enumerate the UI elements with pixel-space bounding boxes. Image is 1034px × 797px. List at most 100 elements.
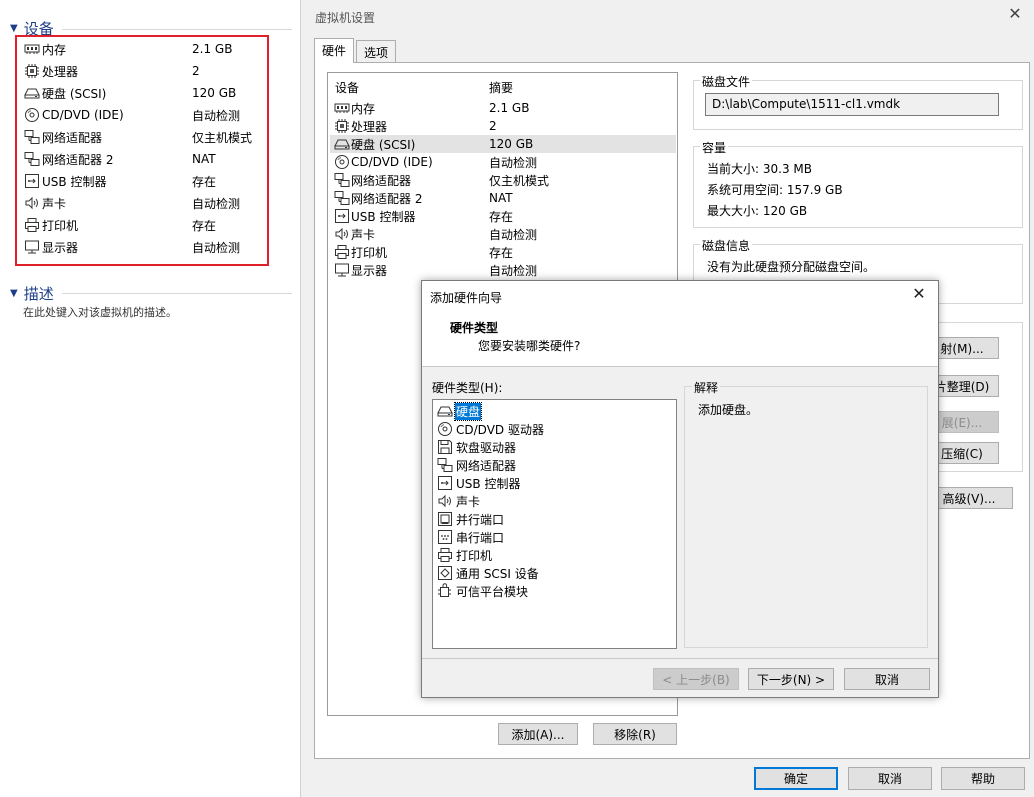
summary-device-name: USB 控制器 <box>42 174 107 189</box>
hardware-type-item[interactable]: 可信平台模块 <box>437 582 529 600</box>
explanation-text: 添加硬盘。 <box>698 403 759 417</box>
hardware-type-name: 硬盘 <box>453 401 483 421</box>
help-button[interactable]: 帮助 <box>941 767 1025 790</box>
device-name: 内存 <box>351 101 376 116</box>
device-name: 硬盘 (SCSI) <box>351 137 416 152</box>
remove-hardware-button[interactable]: 移除(R) <box>593 723 677 745</box>
summary-device-row[interactable]: 声卡 自动检测 <box>24 192 264 214</box>
network-adapter-icon <box>24 151 40 167</box>
hardware-type-item[interactable]: 硬盘 <box>437 401 483 421</box>
device-row[interactable]: 网络适配器 仅主机模式 <box>330 171 676 189</box>
summary-device-row[interactable]: 内存 2.1 GB <box>24 38 264 60</box>
device-summary: 存在 <box>489 209 514 224</box>
hardware-type-item[interactable]: 网络适配器 <box>437 456 517 474</box>
summary-device-value: 120 GB <box>192 86 237 100</box>
current-size: 当前大小: 30.3 MB <box>707 162 812 176</box>
summary-device-row[interactable]: USB 控制器 存在 <box>24 170 264 192</box>
hardware-type-item[interactable]: USB 控制器 <box>437 474 521 492</box>
hardware-type-name: 声卡 <box>456 494 481 509</box>
device-row[interactable]: CD/DVD (IDE) 自动检测 <box>330 153 676 171</box>
summary-device-name: 打印机 <box>42 218 79 233</box>
column-header-device[interactable]: 设备 <box>335 79 359 96</box>
device-row[interactable]: 硬盘 (SCSI) 120 GB <box>330 135 676 153</box>
explanation-label: 解释 <box>692 379 721 396</box>
device-row[interactable]: 处理器 2 <box>330 117 676 135</box>
disk-file-label: 磁盘文件 <box>700 73 753 90</box>
cd-dvd-icon <box>24 107 40 123</box>
collapse-triangle-icon[interactable]: ▼ <box>10 23 18 34</box>
device-name: 打印机 <box>351 245 388 260</box>
hardware-type-name: 软盘驱动器 <box>456 440 517 455</box>
device-summary: 仅主机模式 <box>489 173 550 188</box>
summary-device-name: CD/DVD (IDE) <box>42 108 124 122</box>
summary-device-name: 网络适配器 2 <box>42 152 114 167</box>
summary-device-name: 声卡 <box>42 196 67 211</box>
network-adapter-icon <box>437 457 453 473</box>
section-divider <box>62 29 292 30</box>
floppy-icon <box>437 439 453 455</box>
device-row[interactable]: 显示器 自动检测 <box>330 261 676 279</box>
summary-device-value: 自动检测 <box>192 108 241 123</box>
tab-hardware[interactable]: 硬件 <box>314 38 355 63</box>
memory-icon <box>334 100 350 116</box>
ok-button[interactable]: 确定 <box>754 767 838 790</box>
summary-device-row[interactable]: 处理器 2 <box>24 60 264 82</box>
column-header-summary[interactable]: 摘要 <box>489 79 513 96</box>
hardware-type-name: 并行端口 <box>456 512 505 527</box>
hardware-type-item[interactable]: 软盘驱动器 <box>437 438 517 456</box>
add-hardware-button[interactable]: 添加(A)... <box>498 723 578 745</box>
hardware-type-item[interactable]: 打印机 <box>437 546 493 564</box>
wizard-header-title: 硬件类型 <box>450 321 499 335</box>
hardware-type-item[interactable]: 声卡 <box>437 492 481 510</box>
sound-icon <box>24 195 40 211</box>
summary-device-row[interactable]: 显示器 自动检测 <box>24 236 264 258</box>
device-row[interactable]: 内存 2.1 GB <box>330 99 676 117</box>
summary-device-value: 仅主机模式 <box>192 130 253 145</box>
summary-device-name: 内存 <box>42 42 67 57</box>
wizard-titlebar[interactable]: 添加硬件向导 ✕ <box>422 281 938 309</box>
next-button[interactable]: 下一步(N) > <box>748 668 834 690</box>
hardware-type-name: 打印机 <box>456 548 493 563</box>
device-row[interactable]: USB 控制器 存在 <box>330 207 676 225</box>
summary-device-row[interactable]: 硬盘 (SCSI) 120 GB <box>24 82 264 104</box>
close-icon[interactable]: ✕ <box>1004 4 1026 23</box>
summary-device-row[interactable]: 打印机 存在 <box>24 214 264 236</box>
printer-icon <box>437 547 453 563</box>
summary-device-name: 显示器 <box>42 240 79 255</box>
summary-device-row[interactable]: 网络适配器 仅主机模式 <box>24 126 264 148</box>
summary-device-row[interactable]: 网络适配器 2 NAT <box>24 148 264 170</box>
device-summary: 存在 <box>489 245 514 260</box>
wizard-cancel-button[interactable]: 取消 <box>844 668 930 690</box>
wizard-title: 添加硬件向导 <box>430 291 503 305</box>
hardware-type-label: 硬件类型(H): <box>432 381 503 395</box>
printer-icon <box>24 217 40 233</box>
cd-dvd-icon <box>334 154 350 170</box>
hardware-type-name: USB 控制器 <box>456 476 521 491</box>
usb-icon <box>334 208 350 224</box>
device-row[interactable]: 打印机 存在 <box>330 243 676 261</box>
device-name: 声卡 <box>351 227 376 242</box>
collapse-triangle-icon[interactable]: ▼ <box>10 288 18 299</box>
device-summary: 120 GB <box>489 137 534 151</box>
device-name: 显示器 <box>351 263 388 278</box>
summary-device-row[interactable]: CD/DVD (IDE) 自动检测 <box>24 104 264 126</box>
close-icon[interactable]: ✕ <box>908 284 930 303</box>
device-row[interactable]: 声卡 自动检测 <box>330 225 676 243</box>
device-row[interactable]: 网络适配器 2 NAT <box>330 189 676 207</box>
dialog-title: 虚拟机设置 <box>315 11 376 25</box>
description-section-header[interactable]: ▼ 描述 <box>10 283 54 304</box>
hard-disk-icon <box>24 85 40 101</box>
tab-options[interactable]: 选项 <box>356 40 397 62</box>
device-summary: 2 <box>489 119 497 133</box>
back-button[interactable]: < 上一步(B) <box>653 668 739 690</box>
hardware-type-list[interactable]: 硬盘 CD/DVD 驱动器软盘驱动器 网络适配器 USB 控制器 声卡并行端口 串行端口打… <box>432 399 677 649</box>
sound-icon <box>334 226 350 242</box>
summary-device-value: 存在 <box>192 218 217 233</box>
hardware-type-item[interactable]: 通用 SCSI 设备 <box>437 564 540 582</box>
description-placeholder[interactable]: 在此处键入对该虚拟机的描述。 <box>23 304 177 320</box>
cancel-button[interactable]: 取消 <box>848 767 932 790</box>
hardware-type-item[interactable]: 并行端口 <box>437 510 505 528</box>
hardware-type-item[interactable]: 串行端口 <box>437 528 505 546</box>
hardware-type-item[interactable]: CD/DVD 驱动器 <box>437 420 545 438</box>
disk-file-path-field[interactable]: D:\lab\Compute\1511-cl1.vmdk <box>705 93 999 116</box>
